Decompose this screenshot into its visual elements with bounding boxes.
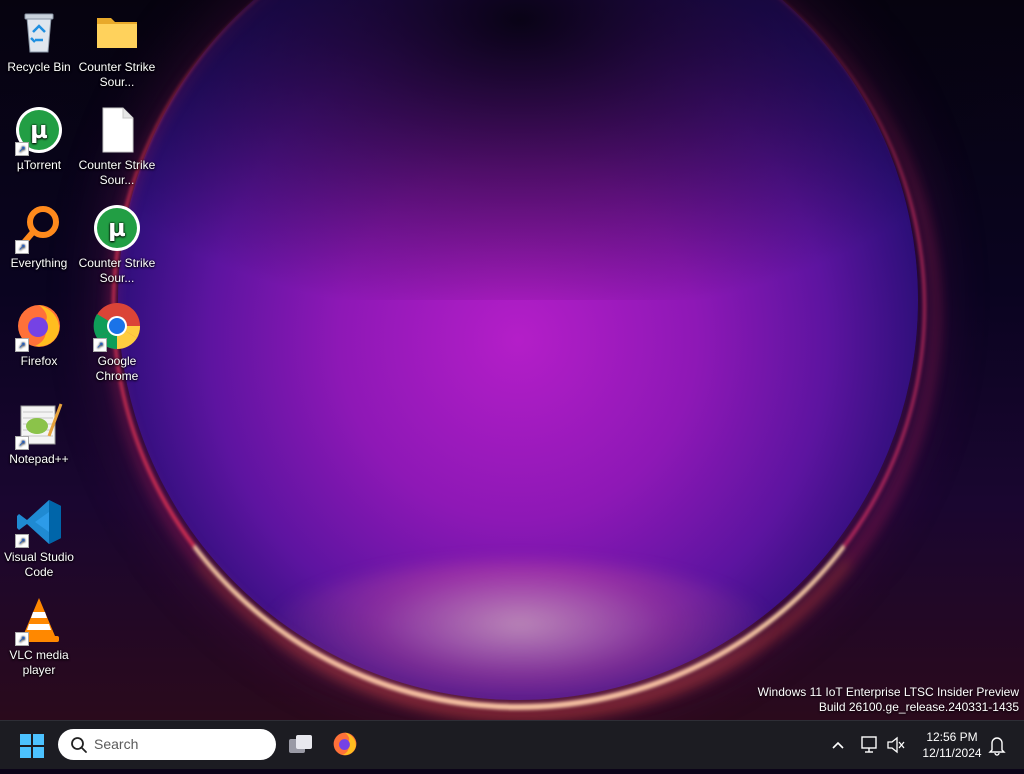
shortcut-arrow-icon: ↗ (15, 142, 29, 156)
desktop-icon-firefox[interactable]: ↗ Firefox (0, 302, 78, 369)
desktop-icon-label: Recycle Bin (7, 60, 71, 74)
desktop-icon-label: Counter Strike Sour... (78, 60, 156, 89)
firefox-icon (333, 732, 357, 756)
task-view-button[interactable] (288, 733, 314, 757)
svg-text:µ: µ (30, 116, 48, 144)
shortcut-arrow-icon: ↗ (93, 338, 107, 352)
bell-icon (988, 737, 1006, 756)
desktop-icon-label: Visual Studio Code (4, 550, 74, 579)
network-status-button[interactable] (860, 721, 880, 769)
chevron-up-icon (832, 741, 844, 749)
desktop-icon-label: Notepad++ (9, 452, 69, 466)
wallpaper-glow (260, 560, 780, 720)
desktop-icon-everything[interactable]: ↗ Everything (0, 204, 78, 271)
taskbar-search-box[interactable]: Search (58, 729, 276, 760)
windows-build-watermark: Windows 11 IoT Enterprise LTSC Insider P… (758, 685, 1019, 715)
task-view-icon (289, 735, 312, 753)
desktop-icon-label: Firefox (20, 354, 58, 368)
search-icon (70, 736, 88, 757)
network-icon (861, 736, 877, 753)
vlc-icon: ↗ (15, 596, 63, 646)
firefox-icon: ↗ (15, 302, 63, 352)
volume-button[interactable] (886, 721, 906, 769)
shortcut-arrow-icon: ↗ (15, 534, 29, 548)
desktop-icon-label: Counter Strike Sour... (78, 158, 156, 187)
search-placeholder: Search (94, 736, 139, 752)
desktop-icon-label: Counter Strike Sour... (78, 256, 156, 285)
desktop-icon-label: Google Chrome (95, 354, 139, 383)
desktop-icon-utorrent[interactable]: µ ↗ µTorrent (0, 106, 78, 173)
desktop-icon-cs-utorrent[interactable]: µ Counter Strike Sour... (78, 204, 156, 286)
vscode-icon: ↗ (15, 498, 63, 548)
show-hidden-icons-button[interactable] (830, 721, 846, 769)
desktop-icon-label: µTorrent (16, 158, 62, 172)
notifications-button[interactable] (988, 721, 1006, 769)
desktop-icon-cs-folder[interactable]: Counter Strike Sour... (78, 8, 156, 90)
taskbar-clock[interactable]: 12:56 PM 12/11/2024 (912, 729, 992, 761)
svg-text:µ: µ (108, 214, 126, 242)
desktop-icon-notepadpp[interactable]: ↗ Notepad++ (0, 400, 78, 467)
chrome-icon: ↗ (93, 302, 141, 352)
shortcut-arrow-icon: ↗ (15, 338, 29, 352)
speaker-muted-icon (887, 736, 905, 754)
desktop-icon-label: Everything (10, 256, 68, 270)
desktop-icon-chrome[interactable]: ↗ Google Chrome (78, 302, 156, 384)
recycle-bin-icon (15, 8, 63, 56)
shortcut-arrow-icon: ↗ (15, 632, 29, 646)
taskbar: Search 12:56 PM 12/11/2024 (0, 720, 1024, 769)
watermark-build: Build 26100.ge_release.240331-1435 (818, 700, 1019, 714)
start-button[interactable] (20, 734, 44, 758)
desktop-icon-vlc[interactable]: ↗ VLC media player (0, 596, 78, 678)
taskbar-firefox-button[interactable] (332, 731, 358, 757)
notepadpp-icon: ↗ (15, 400, 63, 450)
folder-icon (93, 8, 141, 56)
desktop-icon-recycle-bin[interactable]: Recycle Bin (0, 8, 78, 75)
desktop-icon-cs-file[interactable]: Counter Strike Sour... (78, 106, 156, 188)
desktop-icon-label: VLC media player (9, 648, 69, 677)
utorrent-icon: µ (93, 204, 141, 252)
everything-search-icon: ↗ (15, 204, 63, 254)
clock-time: 12:56 PM (926, 730, 978, 744)
file-icon (93, 106, 141, 154)
utorrent-icon: µ ↗ (15, 106, 63, 156)
shortcut-arrow-icon: ↗ (15, 240, 29, 254)
clock-date: 12/11/2024 (922, 746, 982, 760)
windows-logo-icon (20, 734, 31, 745)
shortcut-arrow-icon: ↗ (15, 436, 29, 450)
watermark-edition: Windows 11 IoT Enterprise LTSC Insider P… (757, 685, 1019, 699)
desktop-icon-vscode[interactable]: ↗ Visual Studio Code (0, 498, 78, 580)
